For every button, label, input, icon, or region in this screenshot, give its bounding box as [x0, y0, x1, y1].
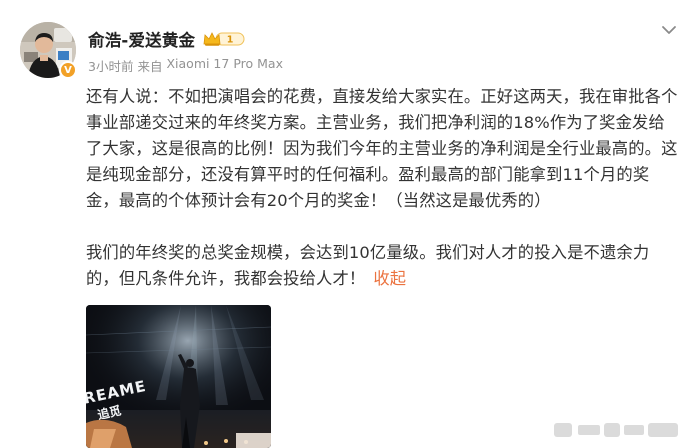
- collapse-link[interactable]: 收起: [373, 269, 406, 288]
- post-paragraph-2-text: 我们的年终奖的总奖金规模，会达到10亿量级。我们对人才的投入是不遗余力的，但凡条…: [86, 243, 650, 288]
- post-time[interactable]: 3小时前: [88, 56, 133, 75]
- level-number: 1: [227, 35, 234, 46]
- post-image[interactable]: REAME 追觅: [86, 305, 271, 448]
- weibo-post: V 俞浩-爱送黄金 1 3小时前 来自 Xiaomi 17 Pro Max 还有…: [0, 0, 690, 448]
- post-content: 还有人说：不如把演唱会的花费，直接发给大家实在。正好这两天，我在审批各个事业部递…: [86, 84, 678, 292]
- source-prefix: 来自: [137, 59, 163, 74]
- chevron-down-icon[interactable]: [660, 22, 678, 36]
- post-paragraph-1: 还有人说：不如把演唱会的花费，直接发给大家实在。正好这两天，我在审批各个事业部递…: [86, 87, 678, 210]
- author-name[interactable]: 俞浩-爱送黄金: [88, 27, 195, 51]
- source-device: Xiaomi 17 Pro Max: [166, 56, 283, 71]
- watermark-logo: [552, 419, 680, 441]
- vip-crown-icon[interactable]: 1: [202, 30, 246, 48]
- post-paragraph-2: 我们的年终奖的总奖金规模，会达到10亿量级。我们对人才的投入是不遗余力的，但凡条…: [86, 240, 678, 292]
- author-avatar[interactable]: V: [20, 22, 77, 79]
- verified-v-icon: V: [59, 61, 77, 79]
- post-meta: 3小时前 来自 Xiaomi 17 Pro Max: [88, 56, 283, 75]
